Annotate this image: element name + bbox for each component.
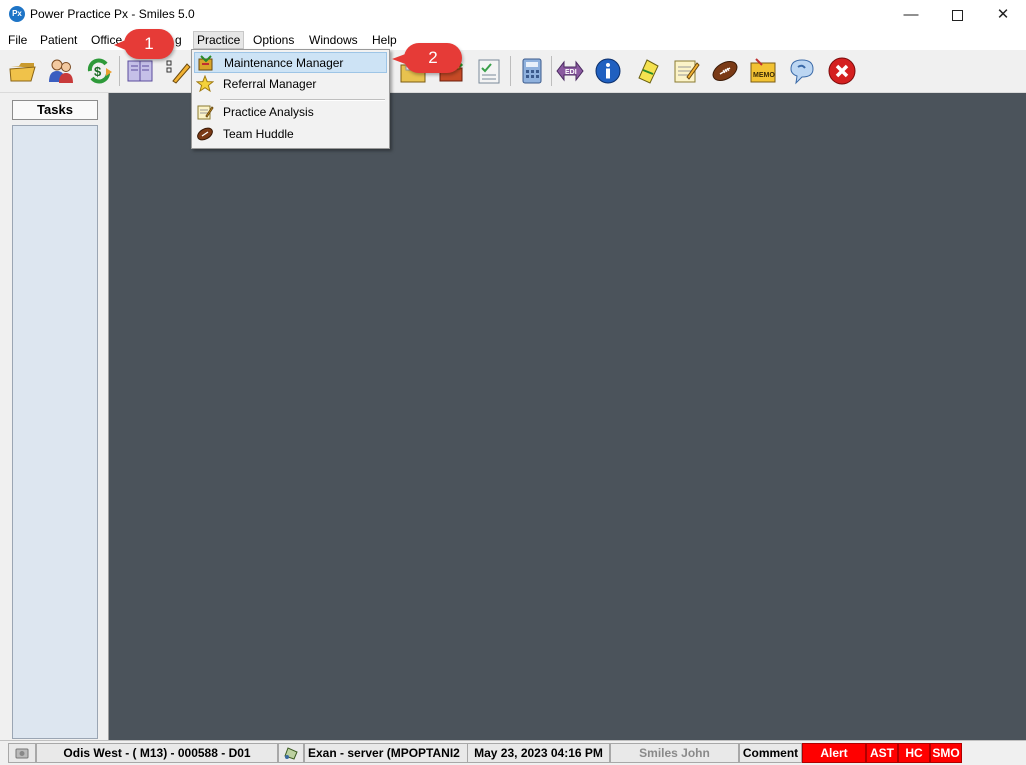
checklist-icon[interactable] [474, 56, 504, 86]
notepad-icon [196, 103, 214, 121]
close-circle-icon[interactable] [827, 56, 857, 86]
status-datetime: May 23, 2023 04:16 PM [467, 743, 610, 763]
memo-icon[interactable]: MEMO [748, 56, 778, 86]
maximize-button[interactable] [934, 0, 980, 30]
hc-badge[interactable]: HC [898, 743, 930, 763]
status-exam: Exan - server (MPOPTANI2 [304, 743, 469, 763]
menu-options[interactable]: Options [250, 32, 297, 48]
comment-button[interactable]: Comment [739, 743, 802, 763]
close-window-button[interactable]: ✕ [980, 0, 1026, 30]
chat-bubble-icon[interactable] [787, 56, 817, 86]
menu-item-label: Practice Analysis [223, 105, 314, 119]
status-bar: Odis West - ( M13) - 000588 - D01 Exan -… [0, 740, 1026, 765]
svg-text:$: $ [94, 64, 102, 79]
football-icon[interactable] [710, 56, 740, 86]
menu-practice[interactable]: Practice [193, 31, 245, 49]
menu-patient[interactable]: Patient [37, 32, 80, 48]
menu-item-team-huddle[interactable]: Team Huddle [194, 124, 387, 145]
notepad-icon[interactable] [671, 56, 701, 86]
maintenance-icon [197, 54, 215, 72]
star-icon [195, 74, 215, 93]
menu-item-label: Referral Manager [223, 77, 317, 91]
menu-item-referral-manager[interactable]: Referral Manager [194, 74, 387, 95]
menu-item-label: Maintenance Manager [224, 56, 344, 70]
calculator-icon[interactable] [517, 56, 547, 86]
status-user: Smiles John [610, 743, 739, 763]
money-refresh-icon[interactable]: $ [84, 56, 114, 86]
smo-badge[interactable]: SMO [930, 743, 962, 763]
menu-item-practice-analysis[interactable]: Practice Analysis [194, 102, 387, 123]
app-logo-icon: Px [9, 6, 25, 22]
folder-open-icon[interactable] [8, 56, 38, 86]
menu-item-label: Team Huddle [223, 127, 294, 141]
menu-windows[interactable]: Windows [306, 32, 361, 48]
note-icon[interactable] [633, 56, 663, 86]
window-title: Power Practice Px - Smiles 5.0 [30, 7, 195, 21]
football-icon [196, 125, 214, 143]
info-icon[interactable] [593, 56, 623, 86]
title-bar: Px Power Practice Px - Smiles 5.0 — ✕ [0, 0, 1026, 30]
tasks-panel: Tasks [0, 93, 109, 740]
edi-icon[interactable]: EDI [555, 56, 585, 86]
memo-icon-label: MEMO [753, 72, 775, 79]
exam-hand-icon[interactable] [278, 743, 304, 763]
alert-button[interactable]: Alert [802, 743, 866, 763]
menu-file[interactable]: File [5, 32, 30, 48]
edi-icon-label: EDI [565, 69, 577, 76]
pencil-edit-icon[interactable] [163, 56, 193, 86]
menu-help[interactable]: Help [369, 32, 400, 48]
step-callout-1: 1 [114, 29, 174, 59]
practice-menu-dropdown: Maintenance Manager Referral Manager Pra… [191, 49, 390, 149]
ledger-icon[interactable] [125, 56, 155, 86]
status-location: Odis West - ( M13) - 000588 - D01 [36, 743, 278, 763]
step-callout-2: 2 [392, 43, 462, 73]
camera-icon[interactable] [8, 743, 36, 763]
tasks-header-button[interactable]: Tasks [12, 100, 98, 120]
tasks-list[interactable] [12, 125, 98, 739]
menu-item-maintenance-manager[interactable]: Maintenance Manager [194, 52, 387, 73]
mdi-workspace [109, 93, 1026, 740]
menu-separator [220, 99, 385, 101]
ast-badge[interactable]: AST [866, 743, 898, 763]
patients-icon[interactable] [46, 56, 76, 86]
minimize-button[interactable]: — [888, 0, 934, 30]
